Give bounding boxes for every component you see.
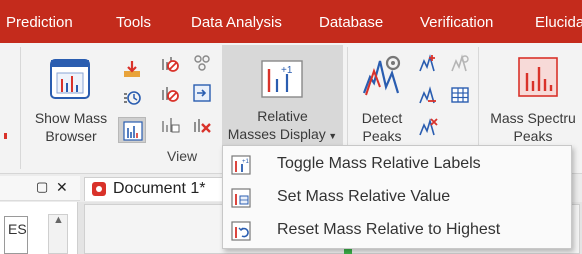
spectrum-view-toggle[interactable] <box>118 117 146 143</box>
side-panel: ES ▲ <box>0 202 78 254</box>
side-panel-scrollbar[interactable]: ▲ <box>48 214 68 254</box>
menu-tools[interactable]: Tools <box>116 0 151 43</box>
ribbon-separator <box>20 47 21 169</box>
menu-elucidation[interactable]: Elucida <box>535 0 582 43</box>
show-mass-browser-label-1: Show Mass <box>34 110 108 126</box>
toggle-labels-icon: +1 <box>231 155 251 175</box>
set-value-label: Set Mass Relative Value <box>277 188 451 205</box>
document-icon <box>92 182 106 196</box>
add-peak-icon[interactable] <box>418 53 438 73</box>
relative-masses-label-1: Relative <box>257 108 308 124</box>
svg-text:+1: +1 <box>242 159 250 165</box>
svg-text:+1: +1 <box>281 65 293 76</box>
molecule-link-icon[interactable] <box>192 53 212 73</box>
document-tab-label: Document 1* <box>113 180 206 197</box>
view-group-label: View <box>167 148 198 164</box>
side-panel-list[interactable]: ES <box>4 216 28 254</box>
edit-peak-icon[interactable] <box>418 85 438 105</box>
remove-spectrum-icon[interactable] <box>192 115 212 135</box>
peak-table-icon[interactable] <box>450 85 470 105</box>
spectrum-bars-icon <box>123 121 143 141</box>
reset-relative-label: Reset Mass Relative to Highest <box>277 221 501 238</box>
peak-settings-icon[interactable] <box>450 53 470 73</box>
menu-item-toggle-mass-relative-labels[interactable]: +1 Toggle Mass Relative Labels <box>223 149 571 181</box>
menu-data-analysis[interactable]: Data Analysis <box>191 0 282 43</box>
relative-masses-label-2: Masses Display ▼ <box>222 125 343 145</box>
menu-prediction[interactable]: Prediction <box>6 0 73 43</box>
grid-spectrum-icon[interactable] <box>160 115 180 135</box>
no-spectrum-icon[interactable] <box>160 53 180 73</box>
relative-masses-label-2-text: Masses Display <box>227 126 326 142</box>
detect-peaks-button[interactable]: Detect Peaks <box>352 47 412 147</box>
menu-verification[interactable]: Verification <box>420 0 493 43</box>
no-labels-icon[interactable] <box>160 83 180 103</box>
mass-spectrum-peaks-button[interactable]: Mass Spectru Peaks <box>484 47 582 147</box>
relative-masses-icon: +1 <box>261 60 303 98</box>
menu-bar: Prediction Tools Data Analysis Database … <box>0 0 582 43</box>
show-mass-browser-label-2: Browser <box>45 128 97 144</box>
mass-spectrum-peaks-label-1: Mass Spectru <box>490 110 576 126</box>
set-value-icon <box>231 188 251 208</box>
relative-masses-dropdown: +1 Toggle Mass Relative Labels Set Mass … <box>222 145 572 249</box>
import-arrow-icon[interactable] <box>122 59 142 79</box>
mass-spectrum-icon <box>518 57 558 97</box>
dropdown-caret-icon: ▼ <box>325 131 338 141</box>
ribbon-edge-marker <box>4 133 7 139</box>
menu-item-set-mass-relative-value[interactable]: Set Mass Relative Value <box>223 182 571 214</box>
toggle-labels-label: Toggle Mass Relative Labels <box>277 155 481 172</box>
arrange-windows-icon[interactable] <box>192 83 212 103</box>
detect-peaks-label-1: Detect <box>361 110 403 126</box>
menu-item-reset-mass-relative-to-highest[interactable]: Reset Mass Relative to Highest <box>223 215 571 247</box>
detect-peaks-label-2: Peaks <box>362 128 402 144</box>
mass-spectrum-peaks-label-2: Peaks <box>513 128 553 144</box>
panel-float-icon[interactable]: ▢ <box>36 179 48 195</box>
scroll-up-icon[interactable]: ▲ <box>53 214 64 226</box>
detect-peaks-icon <box>362 55 401 96</box>
side-panel-text: ES <box>8 221 27 237</box>
delete-peak-icon[interactable] <box>418 117 438 137</box>
time-series-icon[interactable] <box>122 88 142 108</box>
show-mass-browser-button[interactable]: Show Mass Browser <box>28 47 114 147</box>
side-panel-header: ▢ ✕ <box>0 176 80 201</box>
menu-database[interactable]: Database <box>319 0 383 43</box>
reset-relative-icon <box>231 221 251 241</box>
panel-close-icon[interactable]: ✕ <box>56 179 68 196</box>
document-tab[interactable]: Document 1* <box>84 177 226 201</box>
mass-browser-icon <box>50 59 90 99</box>
